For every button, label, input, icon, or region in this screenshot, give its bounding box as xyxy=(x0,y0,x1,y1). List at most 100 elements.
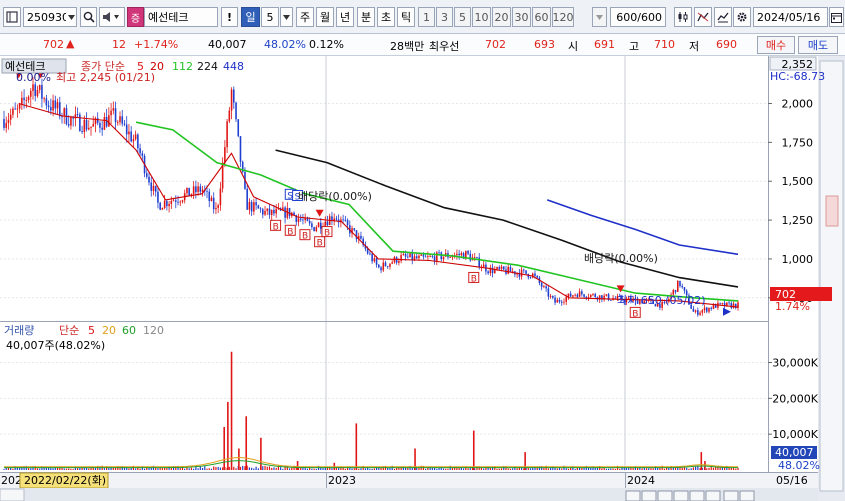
volume-bar xyxy=(523,468,525,470)
volume-bar xyxy=(425,468,427,470)
volume-spike-bar xyxy=(260,437,262,470)
period-dropdown-button[interactable] xyxy=(280,7,293,27)
speaker-icon[interactable] xyxy=(99,7,125,27)
scroll-left-arrow[interactable] xyxy=(723,490,739,501)
alert-button[interactable]: ! xyxy=(221,7,238,27)
candle-body xyxy=(360,235,362,239)
candle-body xyxy=(382,262,385,271)
calendar-icon[interactable] xyxy=(829,7,844,27)
candle-body xyxy=(174,200,177,202)
interval-120-button[interactable]: 120 xyxy=(552,7,574,27)
annotation-high: 최고 2,245 (01/21) xyxy=(56,71,155,84)
volume-spike-bar xyxy=(472,430,475,470)
bid-price: 693 xyxy=(534,38,555,51)
chart-type-icon[interactable] xyxy=(674,7,692,27)
candle-body xyxy=(487,271,489,274)
volume-panel[interactable] xyxy=(0,322,768,471)
volume-bar xyxy=(88,468,90,470)
volume-bar xyxy=(244,466,246,470)
stock-chart[interactable]: B B BBBBBS S 예선테크 종가 단순 5 20 112 224 448 0.… xyxy=(0,56,845,501)
draw-tool-icon[interactable] xyxy=(694,7,712,27)
candle-body xyxy=(150,182,153,191)
interval-1-button[interactable]: 1 xyxy=(418,7,435,27)
scroll-right-arrow[interactable] xyxy=(739,490,755,501)
price-tick-label: 1,000 xyxy=(782,253,814,266)
volume-bar xyxy=(217,466,219,470)
interval-5-button[interactable]: 5 xyxy=(454,7,471,27)
data-count-field[interactable]: 600/600 xyxy=(610,7,666,27)
price-panel[interactable] xyxy=(0,56,768,321)
candle-body xyxy=(166,200,168,207)
volume-bar xyxy=(688,468,690,470)
volume-bar xyxy=(652,468,654,470)
volume-bar xyxy=(128,468,130,470)
period-second-button[interactable]: 초 xyxy=(377,7,395,27)
second-label: 초 xyxy=(380,11,392,24)
volume-bar xyxy=(692,467,694,470)
candle-body xyxy=(545,286,547,289)
candle-body xyxy=(420,254,422,256)
candle-body xyxy=(710,307,713,309)
volume-bar xyxy=(516,468,518,470)
candle-body xyxy=(311,223,313,228)
candle-body xyxy=(45,98,48,106)
interval-3-button[interactable]: 3 xyxy=(436,7,453,27)
candle-body xyxy=(253,202,255,212)
volume-tick-label: 20,000K xyxy=(772,392,818,405)
tick-label: 틱 xyxy=(400,11,412,24)
high-price: 710 xyxy=(654,38,675,51)
interval-30-button[interactable]: 30 xyxy=(512,7,531,27)
sell-button[interactable]: 매도 xyxy=(798,36,838,54)
candle-body xyxy=(3,119,5,128)
volume-bar xyxy=(614,468,616,470)
interval-dropdown-button[interactable] xyxy=(592,7,607,27)
candle-body xyxy=(500,266,503,269)
scroll-zoom-out-button[interactable] xyxy=(657,490,673,501)
candle-body xyxy=(259,208,262,210)
volume-bar xyxy=(257,468,259,470)
volume-bar xyxy=(387,467,389,470)
chart-menu-icon[interactable] xyxy=(3,7,21,27)
period-day-button[interactable]: 일 xyxy=(241,7,260,27)
date-field[interactable]: 2024/05/16 xyxy=(753,7,828,27)
candle-body xyxy=(683,287,686,291)
volume-bar xyxy=(208,468,210,470)
candle-body xyxy=(152,185,155,191)
interval-label: 10 xyxy=(474,10,489,24)
scroll-last-button[interactable] xyxy=(705,490,721,501)
scroll-zoom-in-button[interactable] xyxy=(673,490,689,501)
candle-body xyxy=(148,176,150,183)
candle-body xyxy=(208,191,211,202)
interval-20-button[interactable]: 20 xyxy=(492,7,511,27)
stock-name-field[interactable]: 예선테크 xyxy=(144,7,218,27)
scroll-controls[interactable] xyxy=(625,490,755,501)
buy-button[interactable]: 매수 xyxy=(757,36,795,54)
indicator-icon[interactable] xyxy=(714,7,732,27)
volume-bar xyxy=(322,468,324,470)
scroll-first-button[interactable] xyxy=(625,490,641,501)
candle-body xyxy=(429,256,431,257)
volume-bar xyxy=(273,467,275,470)
scroll-next-button[interactable] xyxy=(689,490,705,501)
volume-bar xyxy=(708,467,710,470)
period-week-button[interactable]: 주 xyxy=(296,7,314,27)
volume-bar xyxy=(695,466,697,470)
period-year-button[interactable]: 년 xyxy=(336,7,354,27)
volume-bar xyxy=(686,467,688,470)
period-tick-button[interactable]: 틱 xyxy=(397,7,415,27)
candle-body xyxy=(554,297,556,303)
candle-body xyxy=(605,294,608,296)
candle-body xyxy=(145,173,148,177)
interval-10-button[interactable]: 10 xyxy=(472,7,491,27)
code-dropdown-button[interactable] xyxy=(66,7,77,27)
scroll-prev-button[interactable] xyxy=(641,490,657,501)
search-icon[interactable] xyxy=(80,7,97,27)
candle-body xyxy=(79,114,81,132)
period-count-field[interactable]: 5 xyxy=(261,7,279,27)
period-minute-button[interactable]: 분 xyxy=(357,7,375,27)
volume-bar xyxy=(512,468,514,470)
period-month-button[interactable]: 월 xyxy=(316,7,334,27)
interval-60-button[interactable]: 60 xyxy=(532,7,551,27)
settings-gear-icon[interactable] xyxy=(733,7,751,27)
volume-bar xyxy=(12,468,14,470)
